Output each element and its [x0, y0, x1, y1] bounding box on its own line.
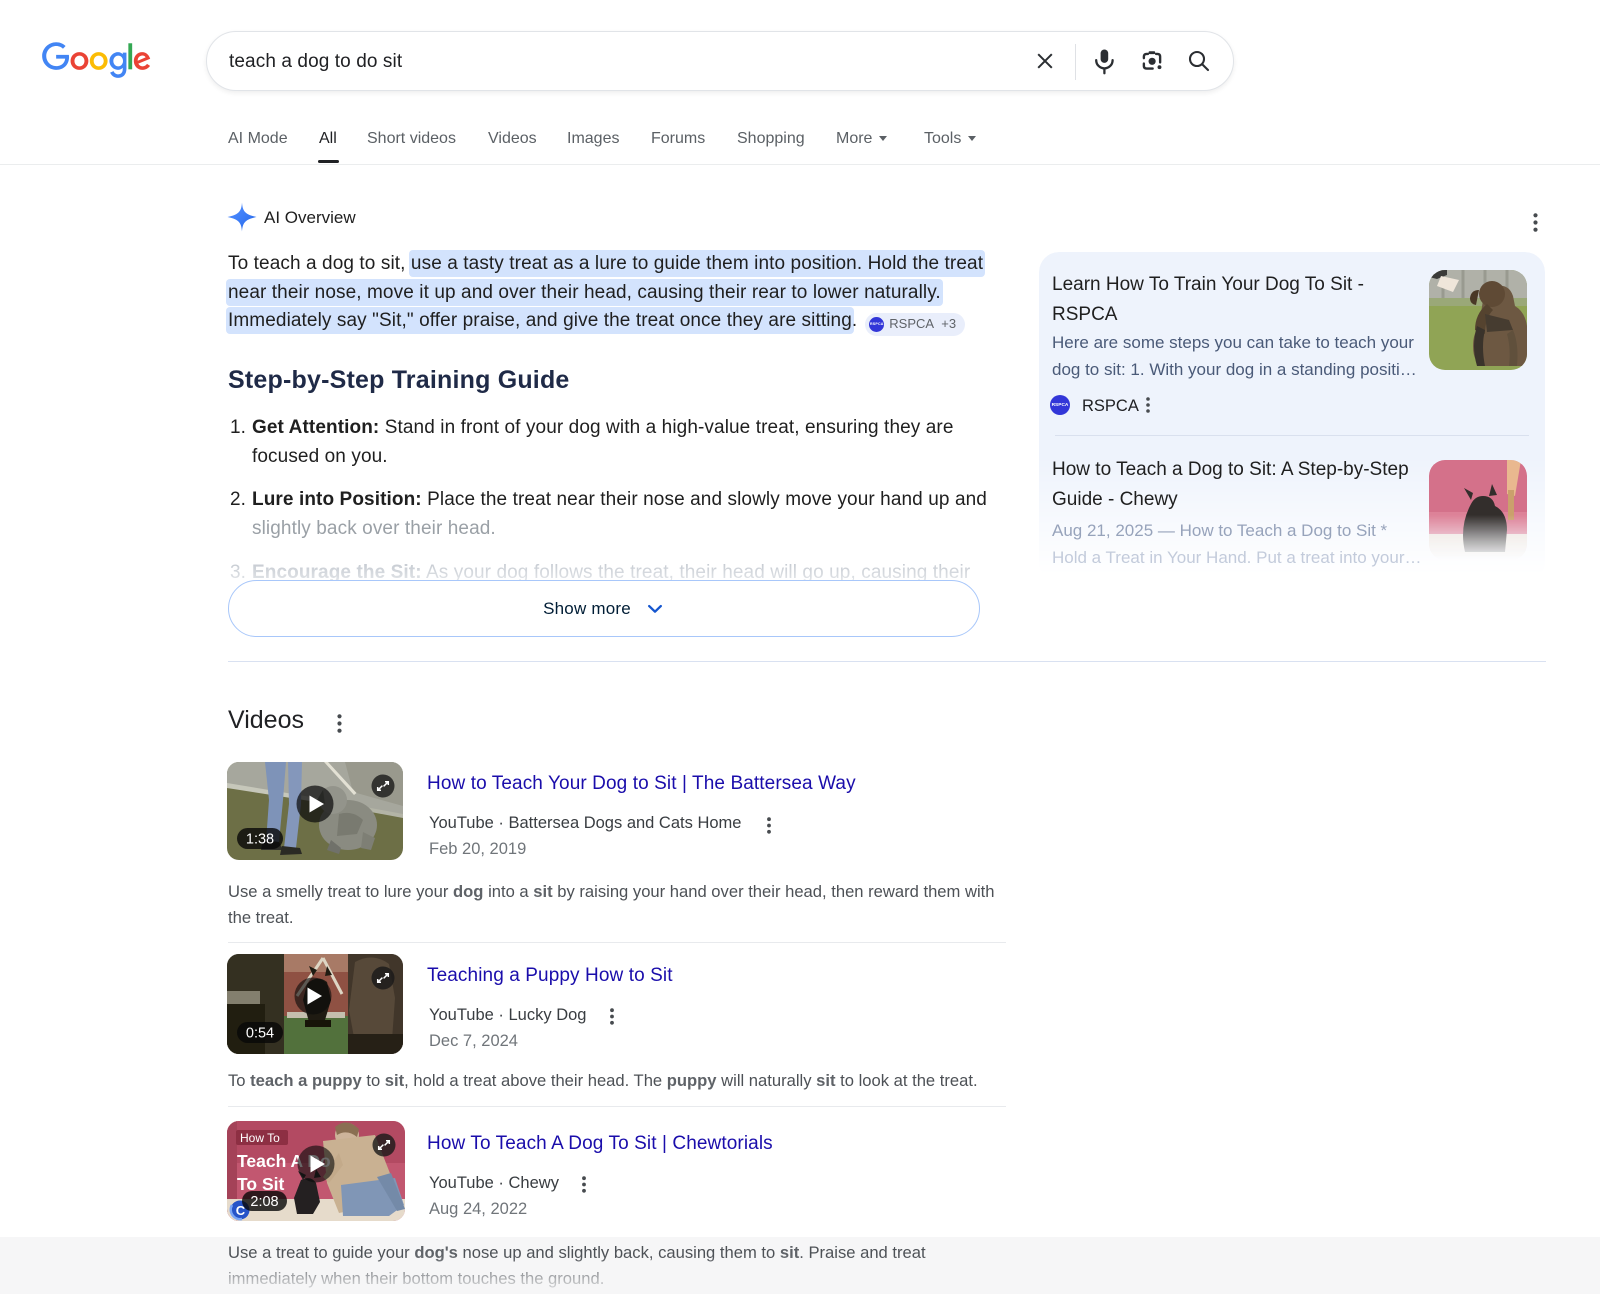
svg-text:1:38: 1:38 — [246, 832, 274, 848]
svg-text:0:54: 0:54 — [246, 1026, 274, 1042]
svg-text:2:08: 2:08 — [250, 1194, 278, 1210]
svg-text:How To: How To — [240, 1131, 280, 1145]
